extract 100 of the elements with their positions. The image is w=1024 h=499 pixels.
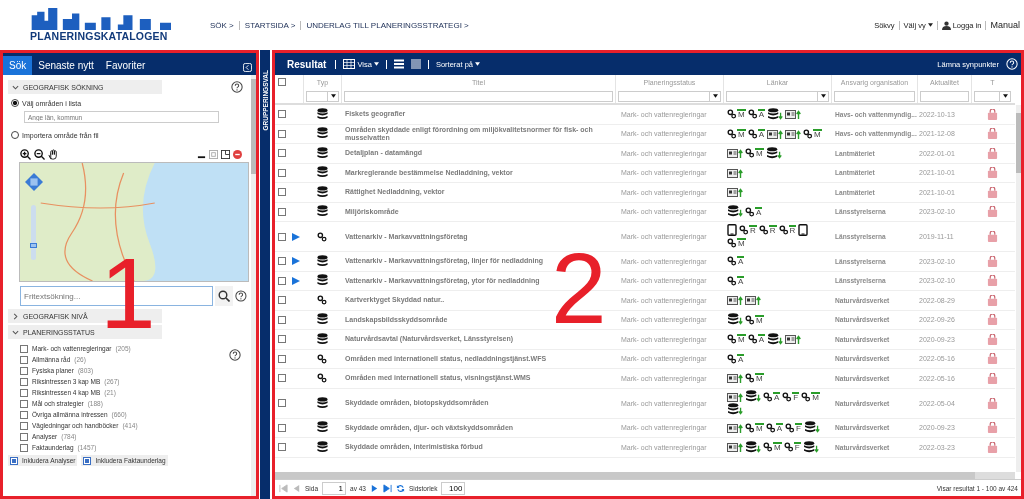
bag-icon[interactable] bbox=[986, 255, 998, 267]
tab[interactable]: Favoriter bbox=[99, 56, 152, 75]
service-link[interactable]: F bbox=[783, 441, 801, 454]
page-size-field[interactable]: 100 bbox=[441, 481, 466, 495]
list-icon[interactable] bbox=[393, 59, 404, 69]
document-link[interactable] bbox=[727, 441, 743, 454]
service-link[interactable]: M bbox=[745, 372, 764, 385]
tab[interactable]: Senaste nytt bbox=[32, 56, 100, 75]
bag-icon[interactable] bbox=[986, 397, 998, 409]
bag-icon[interactable] bbox=[986, 186, 998, 198]
bag-icon[interactable] bbox=[986, 147, 998, 159]
row-checkbox[interactable] bbox=[278, 423, 286, 432]
help-icon[interactable] bbox=[229, 349, 241, 361]
document-link[interactable] bbox=[785, 127, 801, 140]
breadcrumb-link[interactable]: SÖK > bbox=[210, 20, 234, 30]
service-link[interactable]: A bbox=[727, 255, 745, 268]
row-checkbox[interactable] bbox=[278, 276, 286, 285]
menu-link[interactable]: Manual bbox=[990, 20, 1020, 30]
horizontal-scrollbar[interactable] bbox=[275, 472, 1015, 479]
zoom-slider-thumb[interactable] bbox=[30, 242, 37, 248]
zoom-in-icon[interactable] bbox=[20, 149, 31, 160]
download-link[interactable] bbox=[727, 205, 743, 218]
remove-icon[interactable] bbox=[233, 150, 242, 159]
service-link[interactable]: M bbox=[727, 108, 746, 121]
document-link[interactable] bbox=[727, 390, 743, 403]
service-link[interactable]: M bbox=[745, 421, 764, 434]
tab[interactable]: Sök bbox=[3, 56, 33, 75]
document-link[interactable] bbox=[727, 372, 743, 385]
row-checkbox[interactable] bbox=[278, 296, 286, 305]
bag-icon[interactable] bbox=[986, 206, 998, 218]
service-link[interactable]: M bbox=[803, 127, 822, 140]
service-link[interactable]: A bbox=[727, 352, 745, 365]
filter-dropdown[interactable] bbox=[974, 90, 1011, 102]
hand-icon[interactable] bbox=[48, 149, 59, 160]
service-link[interactable]: M bbox=[745, 313, 764, 326]
bag-icon[interactable] bbox=[986, 333, 998, 345]
row-checkbox[interactable] bbox=[278, 188, 286, 197]
bag-icon[interactable] bbox=[986, 231, 998, 242]
expand-icon[interactable] bbox=[292, 276, 300, 285]
refresh-icon[interactable] bbox=[395, 483, 405, 493]
row-checkbox[interactable] bbox=[278, 354, 286, 363]
row-checkbox[interactable] bbox=[278, 168, 286, 177]
document-link[interactable] bbox=[785, 333, 801, 346]
row-checkbox[interactable] bbox=[278, 110, 286, 119]
service-link[interactable]: M bbox=[727, 237, 746, 249]
service-link[interactable]: A bbox=[765, 421, 783, 434]
next-page-icon[interactable] bbox=[369, 483, 379, 493]
bag-icon[interactable] bbox=[986, 441, 998, 453]
download-link[interactable] bbox=[802, 441, 819, 454]
search-button[interactable] bbox=[215, 286, 234, 306]
row-checkbox[interactable] bbox=[278, 335, 286, 344]
row-checkbox[interactable] bbox=[278, 149, 286, 158]
download-link[interactable] bbox=[727, 403, 743, 416]
service-link[interactable]: M bbox=[745, 147, 764, 160]
bag-icon[interactable] bbox=[986, 294, 998, 306]
scrollbar[interactable] bbox=[251, 75, 256, 496]
filter-field[interactable] bbox=[834, 90, 915, 102]
document-link[interactable] bbox=[785, 108, 801, 121]
download-link[interactable] bbox=[745, 390, 761, 403]
service-link[interactable]: M bbox=[727, 333, 746, 346]
select-all-checkbox[interactable] bbox=[278, 78, 286, 86]
document-link[interactable] bbox=[727, 147, 743, 160]
scrollbar[interactable] bbox=[1016, 105, 1021, 472]
service-link[interactable]: A bbox=[727, 274, 745, 287]
document-link[interactable] bbox=[727, 421, 743, 434]
row-checkbox[interactable] bbox=[278, 232, 286, 241]
help-icon[interactable] bbox=[231, 81, 243, 93]
row-checkbox[interactable] bbox=[278, 374, 286, 383]
service-link[interactable]: F bbox=[782, 390, 800, 403]
service-link[interactable]: R bbox=[739, 224, 757, 236]
bag-icon[interactable] bbox=[986, 167, 998, 179]
bag-icon[interactable] bbox=[986, 372, 998, 384]
service-link[interactable]: A bbox=[763, 390, 781, 403]
row-checkbox[interactable] bbox=[278, 257, 286, 266]
tablet-link[interactable] bbox=[727, 224, 737, 236]
service-link[interactable]: M bbox=[801, 390, 820, 403]
square-icon[interactable] bbox=[209, 150, 218, 159]
row-checkbox[interactable] bbox=[278, 207, 286, 216]
collapse-icon[interactable] bbox=[243, 63, 252, 72]
download-link[interactable] bbox=[727, 313, 743, 326]
document-link[interactable] bbox=[745, 294, 761, 307]
row-checkbox[interactable] bbox=[278, 315, 286, 324]
maximize-icon[interactable] bbox=[221, 150, 230, 159]
expand-icon[interactable] bbox=[292, 257, 300, 266]
last-page-icon[interactable] bbox=[382, 483, 392, 493]
help-icon[interactable] bbox=[235, 290, 247, 302]
download-link[interactable] bbox=[745, 441, 761, 454]
bag-icon[interactable] bbox=[986, 128, 998, 140]
expand-icon[interactable] bbox=[292, 232, 300, 241]
service-link[interactable]: A bbox=[747, 333, 765, 346]
service-link[interactable]: R bbox=[778, 224, 797, 236]
document-link[interactable] bbox=[727, 186, 743, 199]
tablet-link[interactable] bbox=[798, 224, 809, 236]
bag-icon[interactable] bbox=[986, 353, 998, 365]
service-link[interactable]: M bbox=[727, 127, 746, 140]
bag-icon[interactable] bbox=[986, 275, 998, 287]
service-link[interactable]: M bbox=[763, 441, 782, 454]
row-checkbox[interactable] bbox=[278, 129, 286, 138]
document-link[interactable] bbox=[727, 294, 743, 307]
page-field[interactable]: 1 bbox=[322, 481, 346, 495]
